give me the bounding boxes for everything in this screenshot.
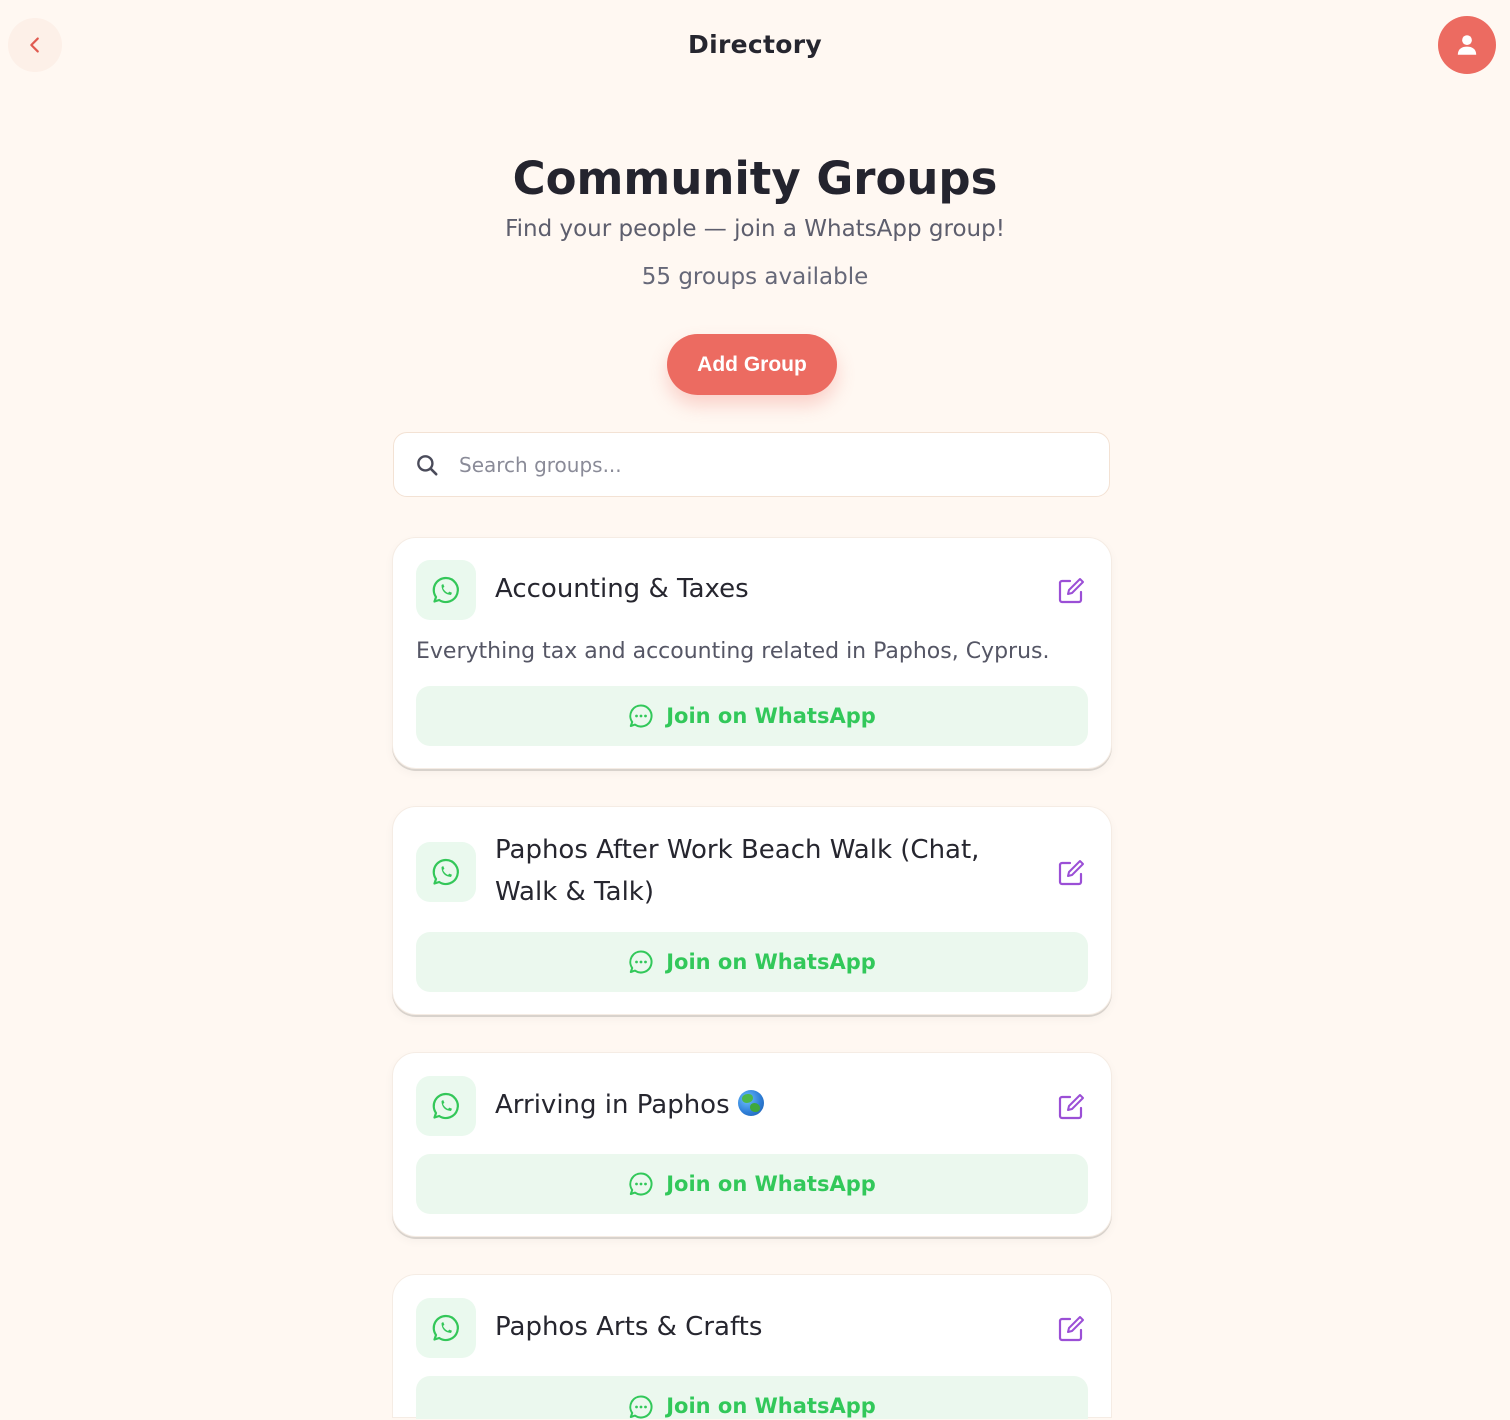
whatsapp-icon <box>416 560 476 620</box>
join-whatsapp-button[interactable]: Join on WhatsApp <box>416 686 1088 746</box>
group-card: Arriving in Paphos Join on WhatsApp <box>392 1052 1112 1237</box>
whatsapp-icon <box>416 842 476 902</box>
section-heading: Community Groups <box>512 152 998 205</box>
globe-emoji-icon <box>737 1090 764 1116</box>
group-title: Accounting & Taxes <box>495 574 749 604</box>
group-title: Paphos Arts & Crafts <box>495 1312 763 1342</box>
chat-bubble-icon <box>628 1171 654 1197</box>
edit-icon[interactable] <box>1055 1091 1087 1123</box>
whatsapp-icon <box>416 1076 476 1136</box>
join-button-label: Join on WhatsApp <box>666 950 876 974</box>
profile-avatar-button[interactable] <box>1438 16 1496 74</box>
user-icon <box>1457 35 1477 55</box>
join-button-label: Join on WhatsApp <box>666 1172 876 1196</box>
whatsapp-icon <box>416 1298 476 1358</box>
search-input[interactable] <box>457 451 1081 478</box>
add-group-button[interactable]: Add Group <box>667 334 837 395</box>
group-title-row: Arriving in Paphos <box>495 1084 1035 1126</box>
edit-icon[interactable] <box>1055 1313 1087 1345</box>
group-card: Paphos Arts & Crafts Join on WhatsApp <box>392 1274 1112 1419</box>
edit-icon[interactable] <box>1055 575 1087 607</box>
section-subtitle: Find your people — join a WhatsApp group… <box>505 216 1005 242</box>
chat-bubble-icon <box>628 703 654 729</box>
group-card: Accounting & Taxes Everything tax and ac… <box>392 537 1112 769</box>
join-whatsapp-button[interactable]: Join on WhatsApp <box>416 932 1088 992</box>
join-whatsapp-button[interactable]: Join on WhatsApp <box>416 1376 1088 1419</box>
edit-icon[interactable] <box>1055 857 1087 889</box>
chat-bubble-icon <box>628 949 654 975</box>
group-title: Arriving in Paphos <box>495 1090 730 1120</box>
group-count: 55 groups available <box>641 264 869 290</box>
search-bar <box>393 432 1110 497</box>
top-bar: Directory <box>0 0 1510 92</box>
join-whatsapp-button[interactable]: Join on WhatsApp <box>416 1154 1088 1214</box>
group-description: Everything tax and accounting related in… <box>416 639 1050 664</box>
join-button-label: Join on WhatsApp <box>666 1394 876 1418</box>
page-title: Directory <box>688 30 822 59</box>
chat-bubble-icon <box>628 1394 654 1420</box>
group-card: Paphos After Work Beach Walk (Chat, Walk… <box>392 806 1112 1015</box>
search-icon <box>413 451 441 479</box>
join-button-label: Join on WhatsApp <box>666 704 876 728</box>
group-title: Paphos After Work Beach Walk (Chat, Walk… <box>495 835 980 907</box>
